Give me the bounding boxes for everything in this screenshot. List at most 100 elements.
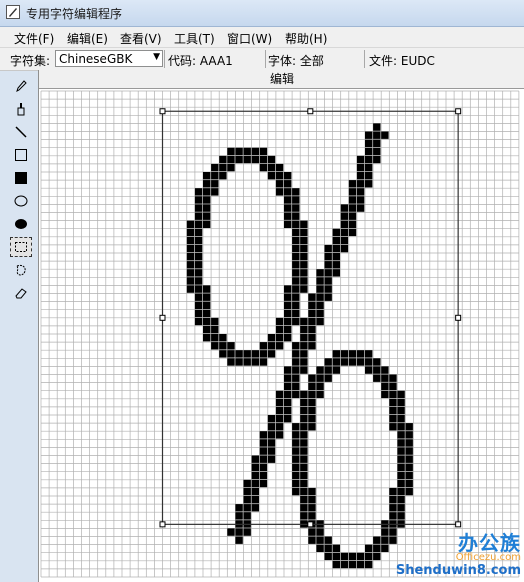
glyph-pixel xyxy=(332,236,340,245)
glyph-pixel xyxy=(267,163,276,172)
glyph-pixel xyxy=(397,439,405,447)
glyph-pixel xyxy=(308,398,316,407)
filled-ellipse-tool[interactable] xyxy=(10,214,32,234)
glyph-pixel xyxy=(300,269,308,277)
glyph-pixel xyxy=(292,479,300,488)
menu-window[interactable]: 窗口(W) xyxy=(227,30,272,47)
glyph-pixel xyxy=(389,390,397,399)
glyph-pixel xyxy=(332,228,340,237)
filled-rectangle-tool[interactable] xyxy=(10,168,32,188)
freeform-select-tool[interactable] xyxy=(10,260,32,280)
glyph-pixel xyxy=(300,431,308,439)
glyph-pixel xyxy=(300,447,308,455)
glyph-pixel xyxy=(332,366,340,374)
glyph-pixel xyxy=(316,544,324,552)
glyph-pixel xyxy=(332,350,340,358)
glyph-pixel xyxy=(373,544,381,552)
toolbox xyxy=(8,72,36,302)
glyph-pixel xyxy=(284,334,292,342)
glyph-pixel xyxy=(235,528,243,536)
glyph-pixel xyxy=(243,358,251,366)
glyph-pixel xyxy=(340,552,349,561)
glyph-pixel xyxy=(284,366,292,374)
font-label: 字体: 全部 xyxy=(268,54,324,68)
glyph-pixel xyxy=(308,342,316,350)
pixel-grid-canvas[interactable] xyxy=(39,89,524,582)
watermark-site: Shenduwin8.com xyxy=(395,563,521,578)
glyph-pixel xyxy=(356,180,365,188)
glyph-pixel xyxy=(292,382,300,390)
glyph-pixel xyxy=(267,447,276,455)
glyph-pixel xyxy=(251,147,259,156)
glyph-pixel xyxy=(292,196,300,204)
glyph-pixel xyxy=(365,350,373,358)
menu-file[interactable]: 文件(F) xyxy=(14,30,54,47)
pencil-tool[interactable] xyxy=(10,76,32,96)
glyph-pixel xyxy=(284,180,292,188)
glyph-pixel xyxy=(275,163,284,172)
glyph-pixel xyxy=(227,155,235,164)
glyph-pixel xyxy=(365,131,373,139)
glyph-pixel xyxy=(356,196,365,204)
glyph-pixel xyxy=(194,196,203,204)
glyph-pixel xyxy=(267,334,276,342)
glyph-pixel xyxy=(211,172,219,180)
glyph-pixel xyxy=(203,317,211,326)
chevron-down-icon[interactable]: ▼ xyxy=(153,52,160,62)
line-tool[interactable] xyxy=(10,122,32,142)
hollow-ellipse-tool[interactable] xyxy=(10,191,32,211)
watermark: 办公族 Officezu.com Shenduwin8.com xyxy=(396,527,521,578)
glyph-pixel xyxy=(292,244,300,253)
glyph-pixel xyxy=(284,188,292,196)
glyph-pixel xyxy=(267,431,276,439)
selection-handle xyxy=(159,314,166,321)
glyph-pixel xyxy=(251,487,259,496)
glyph-pixel xyxy=(267,415,276,423)
brush-icon xyxy=(17,103,25,116)
menu-view[interactable]: 查看(V) xyxy=(120,30,162,47)
glyph-pixel xyxy=(332,244,340,253)
glyph-pixel xyxy=(259,155,268,164)
glyph-pixel xyxy=(365,366,373,374)
glyph-pixel xyxy=(259,439,268,447)
glyph-pixel xyxy=(381,544,389,552)
glyph-pixel xyxy=(203,301,211,309)
glyph-pixel xyxy=(348,560,357,569)
glyph-pixel xyxy=(373,358,381,366)
rectangle-select-tool[interactable] xyxy=(10,237,32,257)
eraser-tool[interactable] xyxy=(10,283,32,303)
menu-help[interactable]: 帮助(H) xyxy=(285,30,327,47)
glyph-pixel xyxy=(365,552,373,561)
hollow-ellipse-icon xyxy=(14,195,28,207)
glyph-pixel xyxy=(186,228,195,237)
menu-edit[interactable]: 编辑(E) xyxy=(67,30,108,47)
glyph-pixel xyxy=(292,236,300,245)
glyph-pixel xyxy=(259,431,268,439)
glyph-pixel xyxy=(340,236,349,245)
glyph-pixel xyxy=(243,487,251,496)
glyph-pixel xyxy=(348,196,357,204)
glyph-pixel xyxy=(227,528,235,536)
glyph-pixel xyxy=(300,415,308,423)
glyph-pixel xyxy=(284,196,292,204)
glyph-pixel xyxy=(397,504,405,512)
glyph-pixel xyxy=(275,423,284,431)
glyph-pixel xyxy=(194,301,203,309)
glyph-pixel xyxy=(259,479,268,488)
menu-tools[interactable]: 工具(T) xyxy=(174,30,215,47)
glyph-pixel xyxy=(194,244,203,253)
glyph-pixel xyxy=(219,163,227,172)
glyph-pixel xyxy=(348,358,357,366)
glyph-pixel xyxy=(194,277,203,285)
separator xyxy=(265,50,266,68)
glyph-pixel xyxy=(300,512,308,520)
glyph-pixel xyxy=(356,204,365,212)
glyph-pixel xyxy=(397,415,405,423)
glyph-pixel xyxy=(332,269,340,277)
hollow-rectangle-tool[interactable] xyxy=(10,145,32,165)
charset-dropdown[interactable]: ChineseGBK ▼ xyxy=(55,50,163,67)
glyph-pixel xyxy=(316,293,324,301)
glyph-pixel xyxy=(292,204,300,212)
glyph-pixel xyxy=(243,504,251,512)
brush-tool[interactable] xyxy=(10,99,32,119)
